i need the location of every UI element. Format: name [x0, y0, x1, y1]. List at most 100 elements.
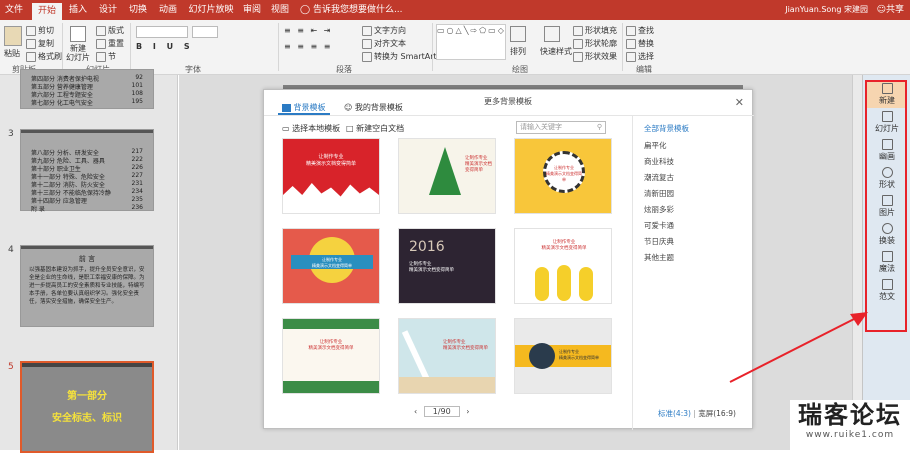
- find-button[interactable]: 查找: [626, 25, 654, 36]
- user-name[interactable]: JianYuan.Song 宋建园: [785, 0, 868, 20]
- category-flat[interactable]: 扁平化: [644, 140, 667, 151]
- align-text-icon: [362, 38, 372, 49]
- search-input[interactable]: 请输入关键字 ⚲: [516, 121, 606, 134]
- arrange-icon: [510, 26, 526, 42]
- shape-fill-button[interactable]: 形状填充: [573, 25, 617, 36]
- arrange-button[interactable]: 排列: [510, 46, 526, 57]
- tab-my-templates[interactable]: ☺ 我的背景模板: [344, 102, 403, 113]
- tab-animations[interactable]: 动画: [156, 0, 180, 20]
- shape-outline-button[interactable]: 形状轮廓: [573, 38, 617, 49]
- template-card-desk-lamp[interactable]: 让制作专业 精美演示文档变得简单: [398, 318, 496, 394]
- category-retro[interactable]: 潮流复古: [644, 172, 674, 183]
- text-direction-button[interactable]: 文字方向: [362, 25, 406, 36]
- template-card-starry-2016[interactable]: 2016 让制作专业 精美演示文档变得简单: [398, 228, 496, 304]
- circle-badge-graphic: [529, 343, 555, 369]
- new-slide-button[interactable]: 新建 幻灯片: [66, 44, 90, 62]
- prev-page-button[interactable]: ‹: [414, 407, 417, 416]
- category-other[interactable]: 其他主题: [644, 252, 674, 263]
- shape-fill-label: 形状填充: [585, 26, 617, 35]
- align-text-label: 对齐文本: [374, 39, 406, 48]
- layout-button[interactable]: 版式: [96, 25, 124, 36]
- tab-file[interactable]: 文件: [0, 0, 28, 20]
- find-label: 查找: [638, 26, 654, 35]
- shapes-gallery[interactable]: ▭○△╲⇨⬠▭◇◯⌒☆⬡⇦⊕▢: [436, 24, 506, 60]
- group-label-font: 字体: [185, 65, 201, 74]
- slide-thumbnail-2[interactable]: 第四部分 消费者保护电视 92 第五部分 营养健康管理 101 第六部分 工程专题安…: [20, 69, 154, 109]
- image-icon: [282, 103, 291, 112]
- slide-number: 3: [8, 129, 14, 139]
- group-divider: [278, 23, 279, 71]
- paste-button[interactable]: 粘贴: [4, 48, 20, 59]
- shape-effects-button[interactable]: 形状效果: [573, 51, 617, 62]
- smartart-icon: [362, 51, 372, 62]
- group-divider: [62, 23, 63, 71]
- choose-local-template[interactable]: ▭ 选择本地模板: [282, 123, 340, 134]
- tab-view[interactable]: 视图: [268, 0, 292, 20]
- slide-top-bar: [22, 363, 152, 367]
- ratio-wide[interactable]: 宽屏(16:9): [698, 409, 736, 418]
- share-button[interactable]: ☺共享: [877, 0, 904, 20]
- align-text-button[interactable]: 对齐文本: [362, 38, 406, 49]
- tab-home[interactable]: 开始: [32, 3, 62, 20]
- reset-button[interactable]: 重置: [96, 38, 124, 49]
- watermark-title: 瑞客论坛: [798, 401, 902, 429]
- card-title: 让制作专业 精美演示文档变得简单: [541, 240, 587, 251]
- copy-button[interactable]: 复制: [26, 38, 54, 49]
- template-card-holly-wreath[interactable]: 让制作专业 精美演示文档变得简单: [282, 318, 380, 394]
- group-label-paragraph: 段落: [336, 65, 352, 74]
- slide-thumbnail-5-selected[interactable]: 第一部分 安全标志、标识: [20, 361, 154, 453]
- template-card-christmas-tree[interactable]: 让制作专业 精美演示文档变得简单: [398, 138, 496, 214]
- slide-body-text: 以强基固本建设为抓手，提升全员安全意识，安全是企业的生命线，是职工幸福安康的保障…: [29, 267, 145, 305]
- category-divider: [632, 116, 633, 430]
- category-fresh-pastoral[interactable]: 清新田园: [644, 188, 674, 199]
- tree-graphic: [429, 147, 461, 195]
- aspect-ratio-selector: 标准(4:3) | 宽屏(16:9): [658, 408, 736, 419]
- slide-thumbnail-3[interactable]: 第八部分 分析、研发安全 217 第九部分 危险、工具、器具 222 第十部分 职业…: [20, 129, 154, 213]
- option-label: 选择本地模板: [292, 124, 341, 133]
- category-colorful[interactable]: 炫丽多彩: [644, 204, 674, 215]
- slide-thumbnail-4[interactable]: 前 言 以强基固本建设为抓手，提升全员安全意识，安全是企业的生命线，是职工幸福安…: [20, 245, 154, 327]
- tab-review[interactable]: 审阅: [240, 0, 264, 20]
- select-button[interactable]: 选择: [626, 51, 654, 62]
- convert-smartart-button[interactable]: 转换为 SmartArt: [362, 51, 437, 62]
- paragraph-list-buttons[interactable]: ≡ ≡ ⇤ ⇥: [284, 26, 332, 35]
- group-divider: [130, 23, 131, 71]
- layout-icon: [96, 25, 106, 36]
- cut-button[interactable]: 剪切: [26, 25, 54, 36]
- font-name-combo[interactable]: [136, 26, 188, 38]
- template-card-christmas-village[interactable]: 让制作专业 精美演示文档变得简单: [282, 138, 380, 214]
- format-painter-button[interactable]: 格式刷: [26, 51, 62, 62]
- template-card-yellow-band[interactable]: 让制作专业 精美演示文档变得简单: [514, 318, 612, 394]
- paragraph-align-buttons[interactable]: ≡ ≡ ≡ ≡: [284, 42, 332, 51]
- section-button[interactable]: 节: [96, 51, 116, 62]
- replace-button[interactable]: 替换: [626, 38, 654, 49]
- category-all[interactable]: 全部背景模板: [644, 123, 689, 134]
- page-indicator[interactable]: 1/90: [423, 406, 460, 417]
- tab-insert[interactable]: 插入: [66, 0, 90, 20]
- template-card-yellow-circle[interactable]: 让制作专业 精美演示文档变得简单: [514, 138, 612, 214]
- font-size-combo[interactable]: [192, 26, 218, 38]
- category-business-tech[interactable]: 商业科技: [644, 156, 674, 167]
- tab-slideshow[interactable]: 幻灯片放映: [186, 0, 236, 20]
- category-holiday[interactable]: 节日庆典: [644, 236, 674, 247]
- ratio-standard[interactable]: 标准(4:3): [658, 409, 691, 418]
- tab-transitions[interactable]: 切换: [126, 0, 150, 20]
- template-card-ribbon-banner[interactable]: 让制作专业 精美演示文档变得简单: [282, 228, 380, 304]
- category-cartoon[interactable]: 可爱卡通: [644, 220, 674, 231]
- minion-graphic: [579, 267, 593, 301]
- option-label: 新建空白文档: [356, 124, 405, 133]
- vertical-scrollbar[interactable]: [852, 75, 862, 450]
- tell-me-box[interactable]: ◯ 告诉我您想要做什么...: [300, 0, 403, 20]
- minion-graphic: [535, 267, 549, 301]
- next-page-button[interactable]: ›: [466, 407, 469, 416]
- tab-background-templates[interactable]: 背景模板: [282, 102, 326, 113]
- watermark: 瑞客论坛 www.ruike1.com: [790, 400, 910, 450]
- quick-styles-button[interactable]: 快速样式: [540, 46, 572, 57]
- new-blank-document[interactable]: □ 新建空白文档: [346, 123, 404, 134]
- tab-design[interactable]: 设计: [96, 0, 120, 20]
- share-label: 共享: [885, 5, 904, 15]
- template-card-minions[interactable]: 让制作专业 精美演示文档变得简单: [514, 228, 612, 304]
- close-icon[interactable]: ✕: [735, 96, 744, 109]
- slide-number: 5: [8, 362, 14, 372]
- font-format-buttons[interactable]: B I U S: [136, 42, 194, 51]
